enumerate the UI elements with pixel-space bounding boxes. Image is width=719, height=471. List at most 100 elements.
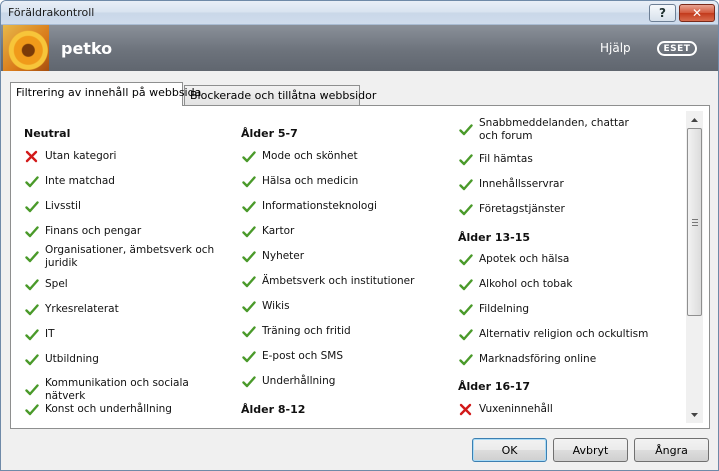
category-item[interactable]: Kartor	[241, 224, 446, 239]
category-item[interactable]: Livsstil	[24, 199, 219, 214]
check-icon[interactable]	[24, 352, 39, 367]
category-item[interactable]: Ämbetsverk och institutioner	[241, 274, 446, 289]
check-icon[interactable]	[458, 152, 473, 167]
category-label: Kartor	[262, 225, 295, 237]
eset-logo: ESET	[657, 41, 697, 56]
category-item[interactable]: Yrkesrelaterat	[24, 302, 219, 317]
cross-icon[interactable]	[458, 402, 473, 417]
scrollbar-thumb[interactable]	[687, 128, 702, 316]
category-label: Företagstjänster	[479, 203, 565, 215]
category-item[interactable]: Utbildning	[24, 352, 219, 367]
category-item[interactable]: Nyheter	[241, 249, 446, 264]
undo-button[interactable]: Ångra	[634, 438, 709, 462]
check-icon[interactable]	[24, 327, 39, 342]
category-item[interactable]: Apotek och hälsa	[458, 252, 678, 267]
category-item[interactable]: Företagstjänster	[458, 202, 648, 217]
category-item[interactable]: Finans och pengar	[24, 224, 219, 239]
tab-content-filtering[interactable]: Filtrering av innehåll på webbsida	[10, 82, 201, 106]
age-group-heading: Neutral	[24, 127, 71, 140]
category-label: Utbildning	[45, 353, 99, 365]
check-icon[interactable]	[241, 199, 256, 214]
category-item[interactable]: Underhållning	[241, 374, 446, 389]
category-item[interactable]: Vuxeninnehåll	[458, 402, 678, 417]
check-icon[interactable]	[458, 123, 473, 138]
check-icon[interactable]	[24, 383, 39, 398]
check-icon[interactable]	[458, 302, 473, 317]
check-icon[interactable]	[241, 149, 256, 164]
age-group-heading: Ålder 8-12	[241, 403, 306, 416]
tab-label: Blockerade och tillåtna webbsidor	[190, 89, 377, 102]
category-item[interactable]: Alkohol och tobak	[458, 277, 678, 292]
category-item[interactable]: Wikis	[241, 299, 446, 314]
age-group-heading: Ålder 5-7	[241, 127, 298, 140]
check-icon[interactable]	[241, 249, 256, 264]
category-item[interactable]: E-post och SMS	[241, 349, 446, 364]
check-icon[interactable]	[458, 277, 473, 292]
check-icon[interactable]	[458, 177, 473, 192]
category-item[interactable]: Marknadsföring online	[458, 352, 678, 367]
category-label: Hälsa och medicin	[262, 175, 359, 187]
ok-button[interactable]: OK	[472, 438, 547, 462]
category-label: IT	[45, 328, 55, 340]
help-link[interactable]: Hjälp	[600, 41, 631, 55]
category-item[interactable]: Utan kategori	[24, 149, 219, 164]
category-item[interactable]: IT	[24, 327, 219, 342]
check-icon[interactable]	[458, 327, 473, 342]
check-icon[interactable]	[24, 224, 39, 239]
scroll-up-arrow-icon[interactable]	[686, 111, 703, 128]
check-icon[interactable]	[24, 174, 39, 189]
check-icon[interactable]	[241, 224, 256, 239]
cross-icon[interactable]	[24, 149, 39, 164]
vertical-scrollbar[interactable]	[686, 111, 703, 423]
check-icon[interactable]	[458, 352, 473, 367]
category-item[interactable]: Kommunikation och sociala nätverk	[24, 377, 219, 403]
check-icon[interactable]	[24, 402, 39, 417]
category-item[interactable]: Alternativ religion och ockultism	[458, 327, 678, 342]
check-icon[interactable]	[241, 324, 256, 339]
category-item[interactable]: Spel	[24, 277, 219, 292]
eset-logo-text: ESET	[663, 43, 691, 54]
category-item[interactable]: Fil hämtas	[458, 152, 648, 167]
category-item[interactable]: Inte matchad	[24, 174, 219, 189]
age-group-heading: Ålder 13-15	[458, 231, 531, 244]
check-icon[interactable]	[458, 252, 473, 267]
close-button[interactable]: ✕	[679, 4, 715, 22]
category-label: Innehållsservrar	[479, 178, 564, 190]
check-icon[interactable]	[24, 199, 39, 214]
category-label: Kommunikation och sociala nätverk	[45, 377, 189, 402]
check-icon[interactable]	[241, 374, 256, 389]
category-label: Livsstil	[45, 200, 81, 212]
category-label: Marknadsföring online	[479, 353, 597, 365]
category-item[interactable]: Snabbmeddelanden, chattar och forum	[458, 117, 648, 143]
tab-blocked-allowed[interactable]: Blockerade och tillåtna webbsidor	[184, 85, 376, 105]
category-label: Vuxeninnehåll	[479, 403, 553, 415]
username: petko	[61, 39, 113, 58]
category-item[interactable]: Träning och fritid	[241, 324, 446, 339]
check-icon[interactable]	[24, 277, 39, 292]
check-icon[interactable]	[24, 250, 39, 265]
category-label: Fil hämtas	[479, 153, 533, 165]
category-item[interactable]: Innehållsservrar	[458, 177, 648, 192]
tab-label: Filtrering av innehåll på webbsida	[16, 86, 202, 99]
check-icon[interactable]	[241, 274, 256, 289]
category-label: Konst och underhållning	[45, 403, 172, 415]
help-title-button[interactable]: ?	[649, 4, 676, 22]
category-label: Wikis	[262, 300, 290, 312]
category-item[interactable]: Informationsteknologi	[241, 199, 446, 214]
check-icon[interactable]	[241, 349, 256, 364]
category-item[interactable]: Organisationer, ämbetsverk och juridik	[24, 244, 219, 270]
check-icon[interactable]	[241, 299, 256, 314]
category-label: Fildelning	[479, 303, 530, 315]
category-label: Snabbmeddelanden, chattar och forum	[479, 117, 629, 142]
age-group-heading: Ålder 16-17	[458, 380, 531, 393]
category-item[interactable]: Hälsa och medicin	[241, 174, 446, 189]
category-item[interactable]: Konst och underhållning	[24, 402, 219, 417]
category-item[interactable]: Mode och skönhet	[241, 149, 446, 164]
category-label: Mode och skönhet	[262, 150, 358, 162]
check-icon[interactable]	[24, 302, 39, 317]
category-item[interactable]: Fildelning	[458, 302, 678, 317]
check-icon[interactable]	[458, 202, 473, 217]
check-icon[interactable]	[241, 174, 256, 189]
scroll-down-arrow-icon[interactable]	[686, 406, 703, 423]
cancel-button[interactable]: Avbryt	[553, 438, 628, 462]
